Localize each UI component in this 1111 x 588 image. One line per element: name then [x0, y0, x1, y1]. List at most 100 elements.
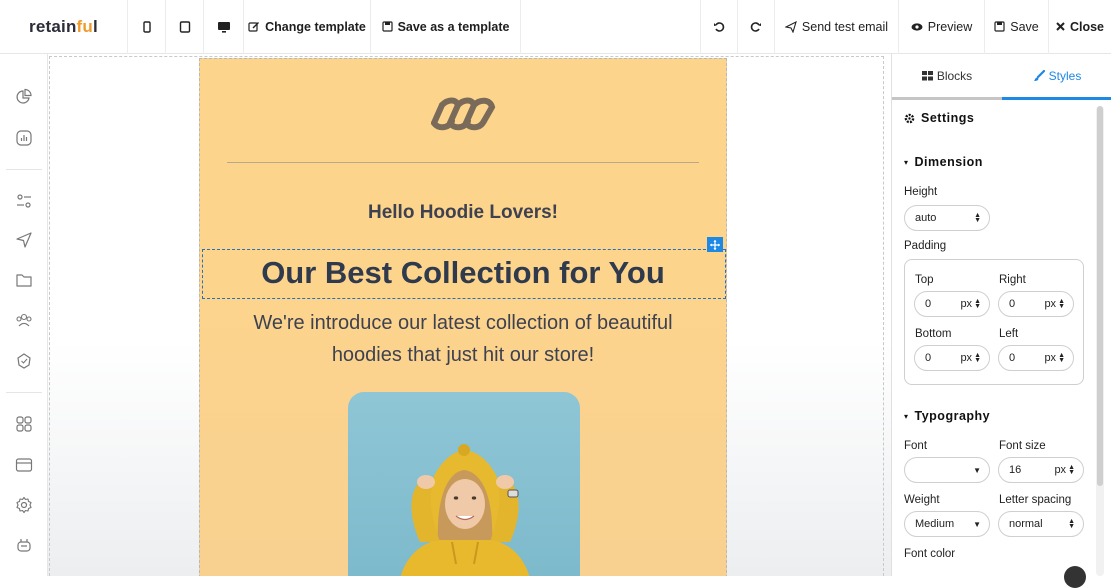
letter-spacing-value: normal	[1009, 518, 1043, 530]
filters-icon[interactable]	[14, 191, 34, 211]
save-label: Save	[1010, 19, 1039, 34]
font-size-input[interactable]: 16 px ▲ ▼	[998, 457, 1084, 483]
caret-down-icon: ▾	[904, 411, 909, 421]
settings-title: Settings	[921, 111, 975, 125]
padding-right-label: Right	[999, 274, 1026, 286]
edit-icon	[248, 21, 260, 32]
padding-left-input[interactable]: 0 px ▲ ▼	[998, 345, 1074, 371]
letter-spacing-label: Letter spacing	[999, 494, 1072, 506]
email-headline[interactable]: Our Best Collection for You	[200, 255, 726, 291]
close-label: Close	[1069, 19, 1105, 34]
save-button[interactable]: Save	[985, 0, 1049, 54]
preview-button[interactable]: Preview	[899, 0, 985, 54]
brand-name-end: l	[93, 16, 98, 36]
caret-down-icon: ▼	[973, 465, 981, 475]
stepper-icon[interactable]: ▲ ▼	[974, 352, 981, 364]
font-size-label: Font size	[999, 440, 1046, 452]
panel-scrollbar[interactable]	[1096, 106, 1104, 576]
weight-label: Weight	[904, 494, 940, 506]
plugin-icon[interactable]	[14, 535, 34, 555]
left-sidebar	[0, 54, 48, 576]
floppy-icon	[381, 21, 393, 32]
close-button[interactable]: Close	[1049, 0, 1111, 54]
brand-logo: retain fu l	[0, 0, 128, 54]
brand-name-part: retain	[29, 16, 77, 36]
weight-value: Medium	[915, 518, 955, 530]
paper-plane-icon	[784, 20, 797, 33]
top-toolbar: retain fu l Change template Save as a temp…	[0, 0, 1111, 54]
redo-button[interactable]	[738, 0, 775, 54]
email-greeting[interactable]: Hello Hoodie Lovers!	[200, 202, 726, 224]
send-test-email-button[interactable]: Send test email	[775, 0, 899, 54]
stepper-icon[interactable]: ▲ ▼	[1068, 464, 1075, 476]
scrollbar-thumb[interactable]	[1097, 106, 1103, 486]
padding-top-label: Top	[915, 274, 934, 286]
desktop-icon	[217, 21, 230, 33]
height-select[interactable]: auto ▲ ▼	[904, 205, 990, 231]
font-select[interactable]: ▼	[904, 457, 990, 483]
stepper-icon[interactable]: ▲ ▼	[974, 298, 981, 310]
blocks-icon	[921, 70, 933, 80]
email-divider	[227, 162, 699, 163]
move-handle-icon[interactable]	[707, 237, 723, 252]
email-subtext[interactable]: We're introduce our latest collection of…	[226, 307, 700, 371]
undo-icon	[714, 21, 725, 32]
analytics-icon[interactable]	[14, 128, 34, 148]
updown-icon: ▲ ▼	[974, 212, 981, 224]
mobile-view-button[interactable]	[128, 0, 166, 54]
unit-label: px	[960, 352, 973, 364]
email-body[interactable]: Hello Hoodie Lovers! Our Best Collection…	[199, 58, 727, 576]
mobile-icon	[142, 20, 151, 33]
badge-icon[interactable]	[14, 351, 34, 371]
folder-icon[interactable]	[14, 270, 34, 290]
padding-bottom-value: 0	[925, 352, 932, 364]
stepper-icon[interactable]: ▲ ▼	[1058, 298, 1065, 310]
settings-gear-icon[interactable]	[14, 495, 34, 515]
padding-right-value: 0	[1009, 298, 1016, 310]
sidebar-divider	[6, 392, 42, 393]
padding-left-value: 0	[1009, 352, 1016, 364]
change-template-button[interactable]: Change template	[244, 0, 371, 54]
apps-icon[interactable]	[14, 414, 34, 434]
sidebar-divider	[6, 169, 42, 170]
save-as-template-button[interactable]: Save as a template	[371, 0, 521, 54]
letter-spacing-select[interactable]: normal ▲ ▼	[998, 511, 1084, 537]
desktop-view-button[interactable]	[204, 0, 244, 54]
dimension-section-toggle[interactable]: ▾ Dimension	[904, 155, 983, 169]
send-icon[interactable]	[14, 230, 34, 250]
tab-styles[interactable]: Styles	[1002, 54, 1111, 100]
height-value: auto	[915, 212, 937, 224]
tab-blocks[interactable]: Blocks	[892, 54, 1002, 100]
caret-down-icon: ▼	[973, 519, 981, 529]
users-icon[interactable]	[14, 310, 34, 330]
font-size-value: 16	[1009, 464, 1022, 476]
padding-bottom-label: Bottom	[915, 328, 952, 340]
weight-select[interactable]: Medium ▼	[904, 511, 990, 537]
email-subtext-line: hoodies that just hit our store!	[331, 344, 595, 366]
font-color-label: Font color	[904, 548, 956, 560]
stepper-icon[interactable]: ▲ ▼	[1058, 352, 1065, 364]
tablet-view-button[interactable]	[166, 0, 204, 54]
tab-styles-label: Styles	[1048, 68, 1082, 83]
padding-right-input[interactable]: 0 px ▲ ▼	[998, 291, 1074, 317]
dashboard-icon[interactable]	[14, 87, 34, 107]
send-test-email-label: Send test email	[801, 19, 889, 34]
floppy-icon	[994, 21, 1005, 32]
tab-blocks-label: Blocks	[936, 68, 973, 83]
dimension-title: Dimension	[914, 155, 983, 169]
card-icon[interactable]	[14, 455, 34, 475]
email-subtext-line: We're introduce our latest collection of…	[253, 312, 673, 334]
hoodie-model-image[interactable]	[348, 392, 580, 576]
editor-canvas: Hello Hoodie Lovers! Our Best Collection…	[48, 54, 891, 576]
unit-label: px	[1054, 464, 1067, 476]
redo-icon	[750, 21, 761, 32]
panel-tabs: Blocks Styles	[892, 54, 1111, 100]
font-color-swatch[interactable]	[1064, 566, 1086, 588]
font-label: Font	[904, 440, 928, 452]
padding-bottom-input[interactable]: 0 px ▲ ▼	[914, 345, 990, 371]
undo-button[interactable]	[701, 0, 738, 54]
updown-icon: ▲ ▼	[1068, 518, 1075, 530]
close-icon	[1056, 22, 1065, 31]
padding-top-input[interactable]: 0 px ▲ ▼	[914, 291, 990, 317]
typography-section-toggle[interactable]: ▾ Typography	[904, 409, 990, 423]
